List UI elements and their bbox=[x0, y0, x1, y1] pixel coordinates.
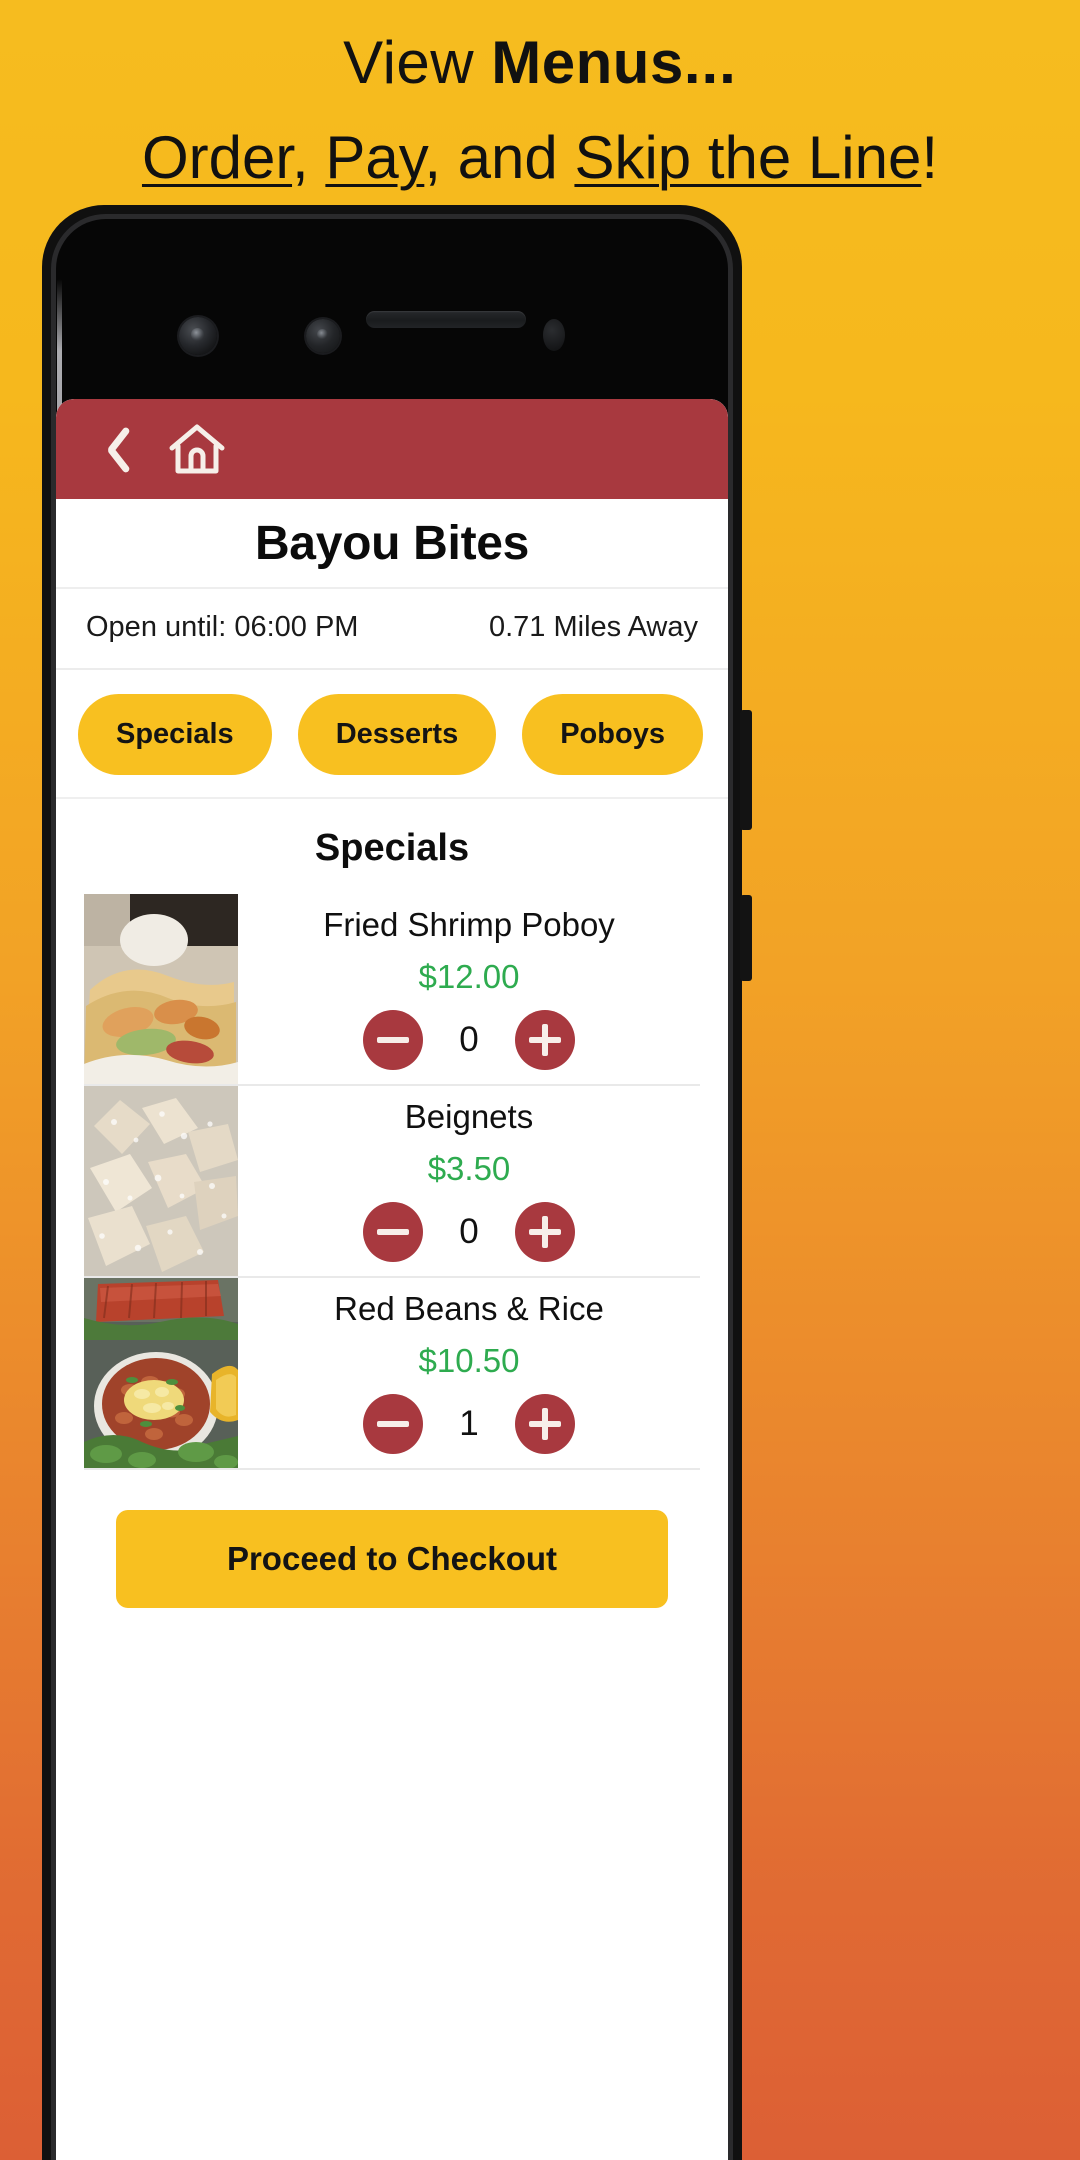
menu-item-image bbox=[84, 894, 238, 1084]
quantity-stepper[interactable]: 0 bbox=[363, 1010, 575, 1070]
promo-line-1: View Menus... bbox=[0, 28, 1080, 97]
plus-icon-vertical bbox=[542, 1216, 548, 1248]
category-chip-list[interactable]: Specials Desserts Poboys Seafood Drinks bbox=[56, 670, 728, 799]
promo-headline: View Menus... Order, Pay, and Skip the L… bbox=[0, 0, 1080, 192]
promo-line-2: Order, Pay, and Skip the Line! bbox=[0, 123, 1080, 192]
restaurant-name: Bayou Bites bbox=[56, 499, 728, 589]
app-navbar bbox=[56, 399, 728, 499]
category-chip-poboys[interactable]: Poboys bbox=[522, 694, 703, 775]
home-icon[interactable] bbox=[168, 422, 226, 476]
menu-item-price: $10.50 bbox=[418, 1342, 520, 1379]
menu-item-details: Fried Shrimp Poboy $12.00 0 bbox=[238, 894, 700, 1084]
category-chip-specials[interactable]: Specials bbox=[78, 694, 272, 775]
open-hours-text: Open until: 06:00 PM bbox=[86, 611, 359, 643]
promo-word-pay: Pay bbox=[325, 124, 425, 191]
promo-word-order: Order bbox=[141, 124, 293, 191]
promo-line1-bold: Menus bbox=[491, 29, 684, 96]
menu-item-image bbox=[84, 1278, 238, 1468]
restaurant-info-row: Open until: 06:00 PM 0.71 Miles Away bbox=[56, 589, 728, 670]
promo-sep-1: , bbox=[292, 124, 326, 191]
menu-item-name: Fried Shrimp Poboy bbox=[323, 906, 615, 943]
promo-word-skip-the-line: Skip the Line bbox=[574, 124, 922, 191]
menu-item-name: Red Beans & Rice bbox=[334, 1290, 604, 1327]
quantity-stepper[interactable]: 0 bbox=[363, 1202, 575, 1262]
quantity-value: 1 bbox=[459, 1404, 479, 1443]
proceed-to-checkout-button[interactable]: Proceed to Checkout bbox=[116, 1510, 668, 1608]
decrement-button[interactable] bbox=[363, 1010, 423, 1070]
quantity-stepper[interactable]: 1 bbox=[363, 1394, 575, 1454]
menu-item-details: Beignets $3.50 0 bbox=[238, 1086, 700, 1276]
phone-mockup: Bayou Bites Open until: 06:00 PM 0.71 Mi… bbox=[42, 205, 752, 2160]
proximity-sensor-icon bbox=[543, 319, 565, 351]
increment-button[interactable] bbox=[515, 1394, 575, 1454]
quantity-value: 0 bbox=[459, 1020, 479, 1059]
menu-item-row[interactable]: Red Beans & Rice $10.50 1 bbox=[56, 1278, 728, 1468]
quantity-value: 0 bbox=[459, 1212, 479, 1251]
minus-icon bbox=[377, 1229, 409, 1235]
app-viewport: Bayou Bites Open until: 06:00 PM 0.71 Mi… bbox=[56, 399, 728, 2160]
promo-sep-2: , and bbox=[424, 124, 575, 191]
front-camera-icon bbox=[179, 317, 217, 355]
menu-item-price: $12.00 bbox=[418, 958, 520, 995]
menu-item-image bbox=[84, 1086, 238, 1276]
phone-volume-button bbox=[740, 895, 752, 981]
minus-icon bbox=[377, 1037, 409, 1043]
increment-button[interactable] bbox=[515, 1202, 575, 1262]
checkout-area: Proceed to Checkout bbox=[56, 1470, 728, 1608]
secondary-camera-icon bbox=[306, 319, 340, 353]
menu-item-row[interactable]: Beignets $3.50 0 bbox=[56, 1086, 728, 1276]
promo-line1-prefix: View bbox=[343, 29, 492, 96]
minus-icon bbox=[377, 1421, 409, 1427]
menu-item-row[interactable]: Fried Shrimp Poboy $12.00 0 bbox=[56, 894, 728, 1084]
chevron-left-icon[interactable] bbox=[90, 421, 124, 477]
plus-icon-vertical bbox=[542, 1024, 548, 1056]
earpiece-speaker-icon bbox=[366, 311, 526, 328]
plus-icon-vertical bbox=[542, 1408, 548, 1440]
menu-item-name: Beignets bbox=[404, 1098, 534, 1135]
decrement-button[interactable] bbox=[363, 1394, 423, 1454]
increment-button[interactable] bbox=[515, 1010, 575, 1070]
promo-exclamation: ! bbox=[921, 124, 939, 191]
promo-line1-suffix: ... bbox=[683, 29, 737, 96]
category-chip-desserts[interactable]: Desserts bbox=[297, 694, 497, 775]
phone-screen: Bayou Bites Open until: 06:00 PM 0.71 Mi… bbox=[56, 219, 728, 2160]
phone-power-button bbox=[740, 710, 752, 830]
menu-item-price: $3.50 bbox=[427, 1150, 511, 1187]
distance-text: 0.71 Miles Away bbox=[488, 611, 698, 643]
section-title: Specials bbox=[314, 827, 470, 869]
decrement-button[interactable] bbox=[363, 1202, 423, 1262]
menu-item-details: Red Beans & Rice $10.50 1 bbox=[238, 1278, 700, 1468]
